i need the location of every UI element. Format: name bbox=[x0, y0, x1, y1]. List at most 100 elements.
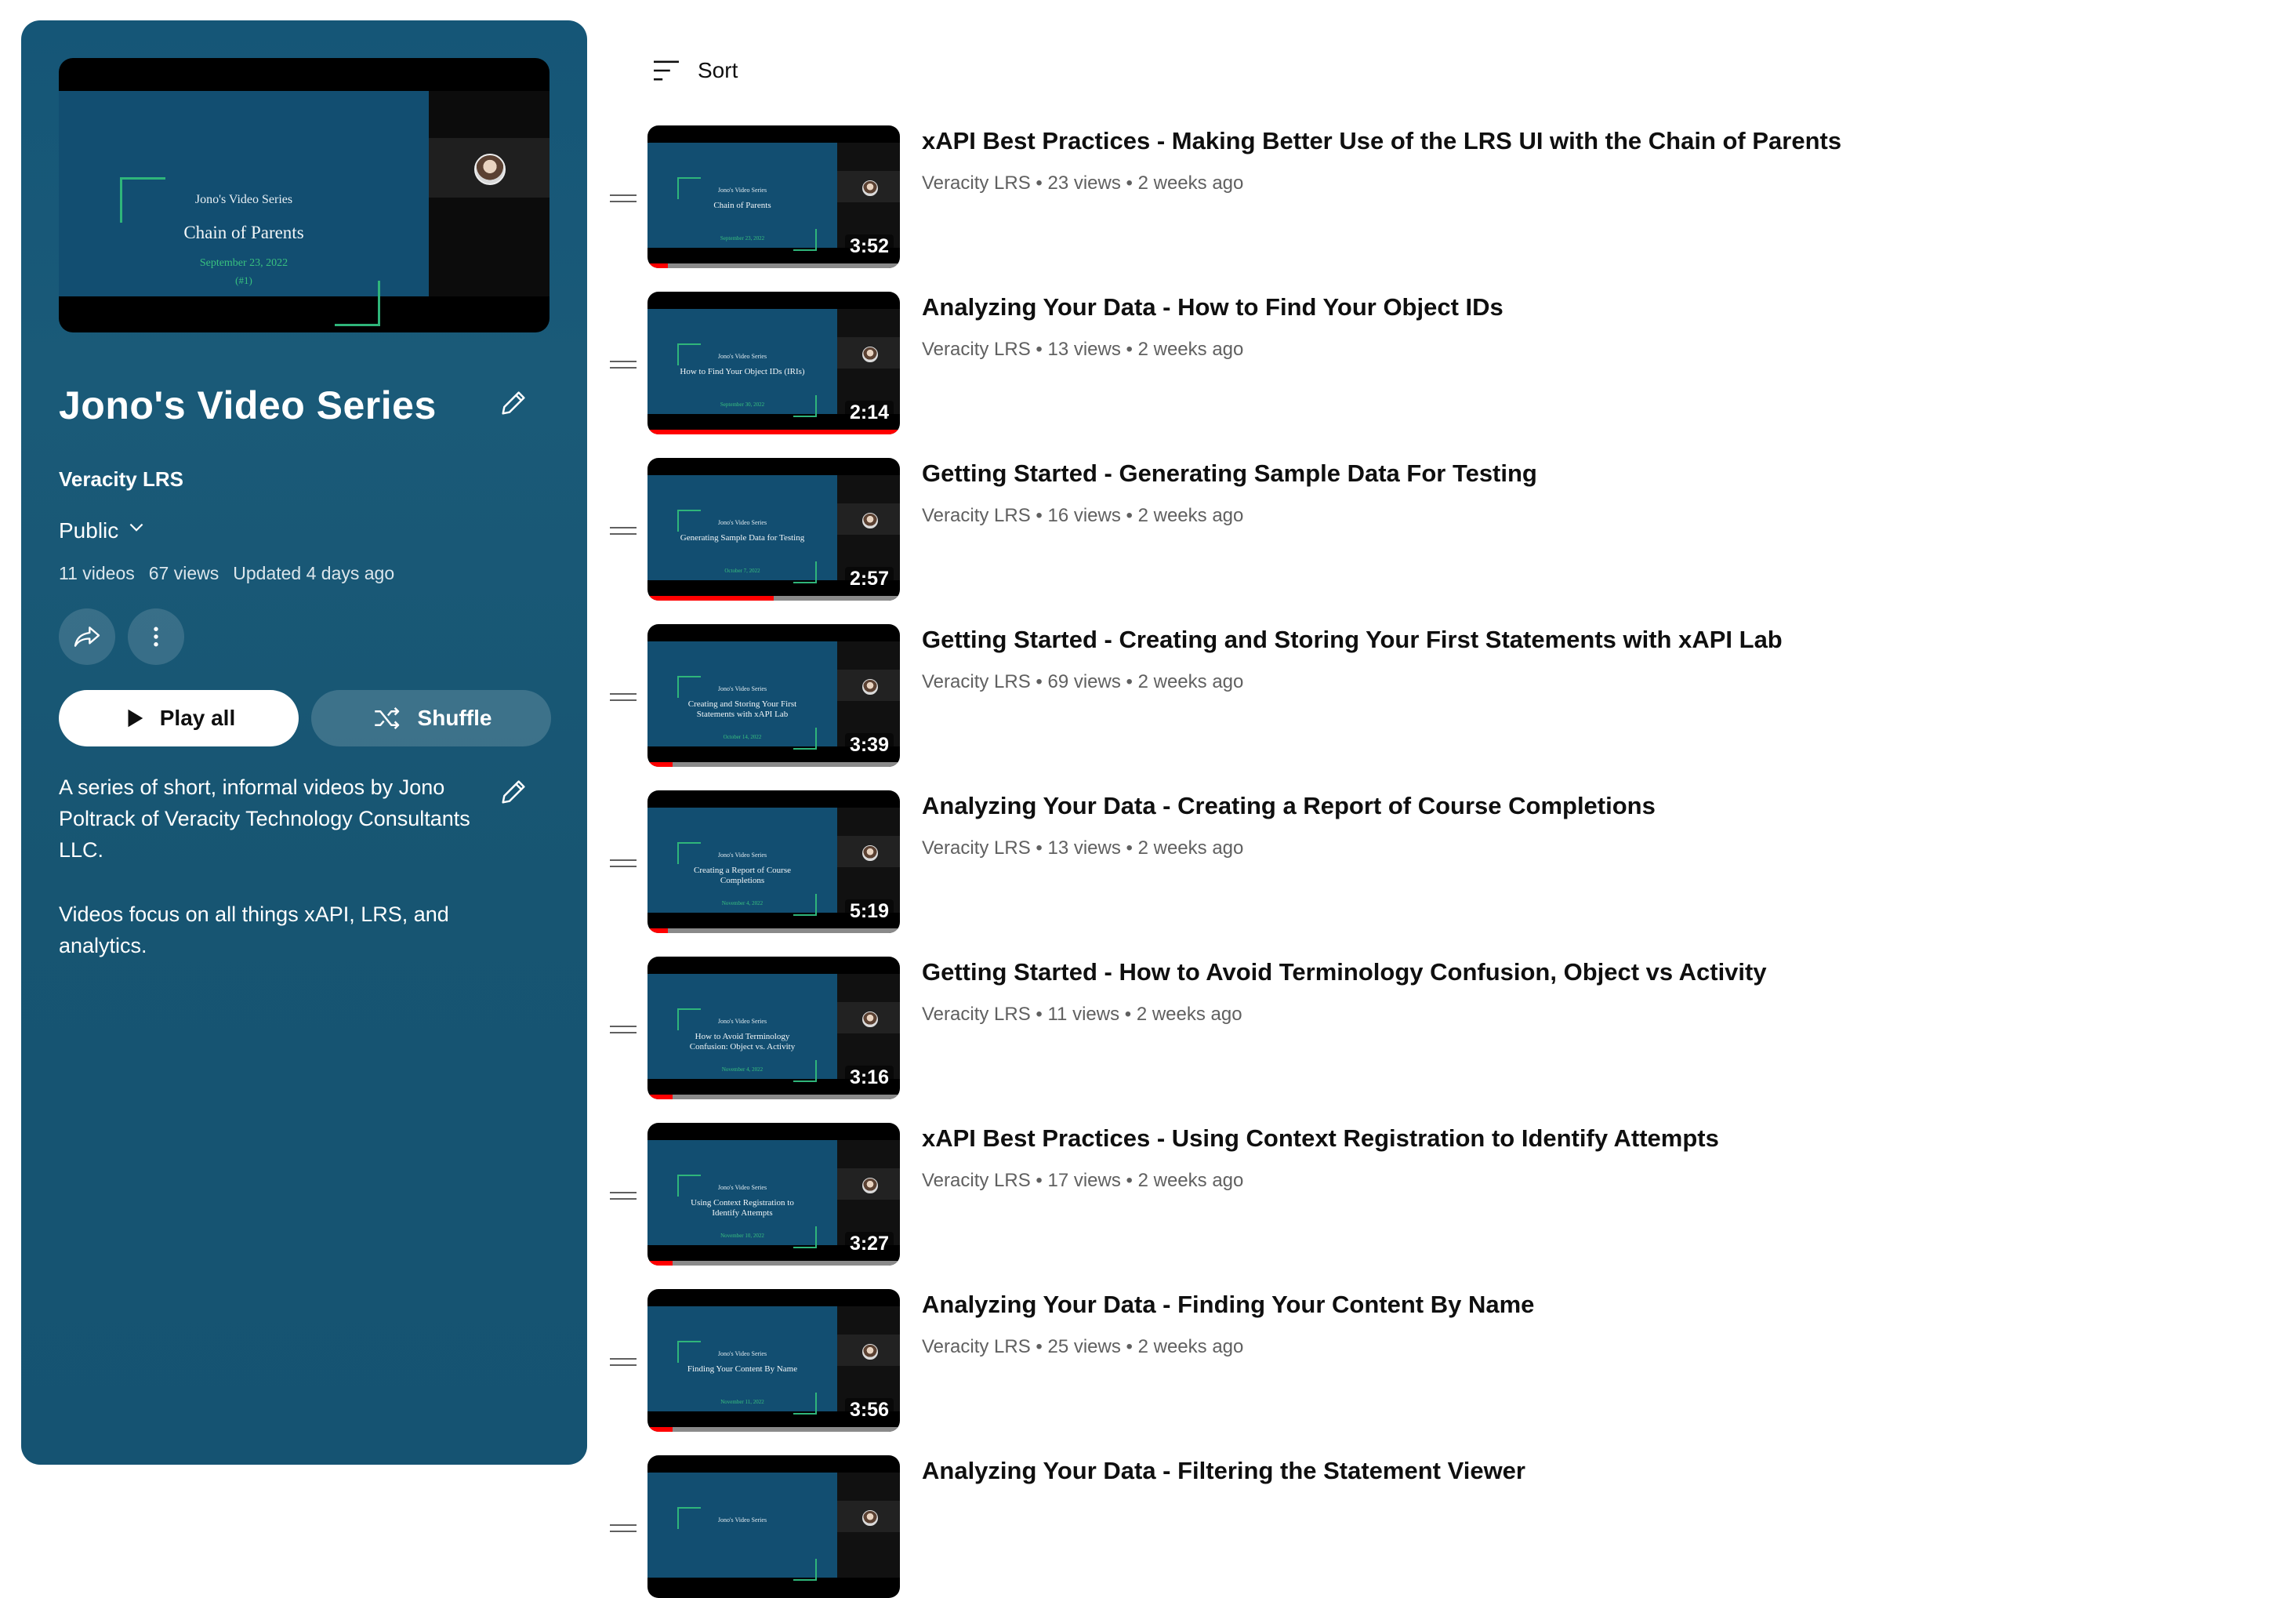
share-icon bbox=[74, 626, 100, 647]
video-title-link[interactable]: Getting Started - Generating Sample Data… bbox=[922, 459, 1537, 488]
meta-separator: • bbox=[1036, 1170, 1048, 1191]
drag-handle-icon[interactable] bbox=[604, 852, 643, 875]
video-views: 13 views bbox=[1047, 339, 1121, 360]
video-title-link[interactable]: Analyzing Your Data - Filtering the Stat… bbox=[922, 1457, 1525, 1485]
video-title-link[interactable]: xAPI Best Practices - Making Better Use … bbox=[922, 127, 1841, 155]
drag-handle-icon[interactable] bbox=[604, 1516, 643, 1540]
playlist-title: Jono's Video Series bbox=[59, 383, 437, 427]
video-duration: 2:14 bbox=[844, 401, 894, 425]
video-thumbnail[interactable]: Jono's Video Series How to Find Your Obj… bbox=[647, 292, 900, 434]
video-title-link[interactable]: Analyzing Your Data - How to Find Your O… bbox=[922, 293, 1503, 321]
meta-separator: • bbox=[1036, 505, 1048, 526]
video-title-link[interactable]: Getting Started - How to Avoid Terminolo… bbox=[922, 958, 1767, 986]
hero-webcam-column bbox=[429, 91, 550, 296]
video-views: 16 views bbox=[1047, 505, 1121, 526]
share-button[interactable] bbox=[59, 608, 115, 665]
video-channel-link[interactable]: Veracity LRS bbox=[922, 837, 1031, 859]
playlist-description-secondary: Videos focus on all things xAPI, LRS, an… bbox=[59, 903, 449, 957]
drag-handle-icon[interactable] bbox=[604, 1350, 643, 1374]
video-channel-link[interactable]: Veracity LRS bbox=[922, 1170, 1031, 1191]
meta-separator: • bbox=[1126, 505, 1138, 526]
video-duration: 3:52 bbox=[844, 234, 894, 259]
watch-progress-track bbox=[647, 1427, 900, 1432]
video-channel-link[interactable]: Veracity LRS bbox=[922, 1336, 1031, 1357]
thumb-topic-text: Creating a Report of Course Completions bbox=[693, 866, 792, 885]
watch-progress-track bbox=[647, 1261, 900, 1266]
meta-separator: • bbox=[1036, 173, 1048, 194]
drag-handle-icon[interactable] bbox=[604, 685, 643, 709]
video-row[interactable]: Jono's Video Series Creating and Storing… bbox=[604, 624, 2250, 767]
thumb-topic-text: Chain of Parents bbox=[713, 201, 771, 210]
thumb-date-text: November 4, 2022 bbox=[721, 1066, 764, 1073]
playlist-hero-thumbnail[interactable]: Jono's Video Series Chain of Parents Sep… bbox=[59, 58, 550, 332]
video-meta: Veracity LRS • 23 views • 2 weeks ago bbox=[922, 173, 1243, 194]
thumb-topic-text: How to Avoid Terminology Confusion: Obje… bbox=[689, 1032, 796, 1051]
play-all-button[interactable]: Play all bbox=[59, 690, 299, 746]
video-row[interactable]: Jono's Video Series How to Avoid Termino… bbox=[604, 957, 2250, 1099]
view-count: 67 views bbox=[148, 563, 219, 583]
edit-title-icon[interactable] bbox=[496, 386, 531, 420]
thumb-presenter-avatar bbox=[862, 1344, 878, 1360]
playlist-description: A series of short, informal videos by Jo… bbox=[59, 775, 470, 862]
video-thumbnail[interactable]: Jono's Video Series bbox=[647, 1455, 900, 1598]
privacy-dropdown[interactable]: Public bbox=[59, 518, 147, 543]
video-title-link[interactable]: Analyzing Your Data - Creating a Report … bbox=[922, 792, 1656, 820]
hero-date-text: September 23, 2022 bbox=[199, 257, 288, 269]
video-row[interactable]: Jono's Video Series Creating a Report of… bbox=[604, 790, 2250, 933]
video-row[interactable]: Jono's Video Series Finding Your Content… bbox=[604, 1289, 2250, 1432]
drag-handle-icon[interactable] bbox=[604, 1184, 643, 1208]
meta-separator: • bbox=[1126, 339, 1138, 360]
thumb-series-text: Jono's Video Series bbox=[717, 852, 767, 859]
thumb-presenter-avatar bbox=[862, 1510, 878, 1526]
thumbnail-slide: Jono's Video Series bbox=[647, 1473, 837, 1581]
thumb-series-text: Jono's Video Series bbox=[717, 1018, 767, 1025]
video-thumbnail[interactable]: Jono's Video Series Finding Your Content… bbox=[647, 1289, 900, 1432]
watch-progress-fill bbox=[647, 1427, 673, 1432]
video-age: 2 weeks ago bbox=[1137, 505, 1244, 526]
video-channel-link[interactable]: Veracity LRS bbox=[922, 173, 1031, 194]
video-thumbnail[interactable]: Jono's Video Series Creating and Storing… bbox=[647, 624, 900, 767]
sort-button[interactable]: Sort bbox=[651, 58, 738, 83]
video-channel-link[interactable]: Veracity LRS bbox=[922, 671, 1031, 692]
video-thumbnail[interactable]: Jono's Video Series Generating Sample Da… bbox=[647, 458, 900, 601]
video-channel-link[interactable]: Veracity LRS bbox=[922, 339, 1031, 360]
video-meta: Veracity LRS • 13 views • 2 weeks ago bbox=[922, 837, 1243, 859]
drag-handle-icon[interactable] bbox=[604, 353, 643, 376]
thumb-topic-text: Creating and Storing Your First Statemen… bbox=[687, 699, 797, 719]
play-all-label: Play all bbox=[159, 706, 236, 730]
edit-description-icon[interactable] bbox=[496, 775, 531, 809]
video-channel-link[interactable]: Veracity LRS bbox=[922, 1004, 1031, 1025]
thumb-date-text: October 14, 2022 bbox=[723, 734, 762, 740]
video-row[interactable]: Jono's Video Series How to Find Your Obj… bbox=[604, 292, 2250, 434]
video-thumbnail[interactable]: Jono's Video Series Using Context Regist… bbox=[647, 1123, 900, 1266]
video-thumbnail[interactable]: Jono's Video Series How to Avoid Termino… bbox=[647, 957, 900, 1099]
video-thumbnail[interactable]: Jono's Video Series Creating a Report of… bbox=[647, 790, 900, 933]
video-thumbnail[interactable]: Jono's Video Series Chain of Parents Sep… bbox=[647, 125, 900, 268]
more-actions-button[interactable] bbox=[128, 608, 184, 665]
video-title-link[interactable]: Analyzing Your Data - Finding Your Conte… bbox=[922, 1291, 1534, 1319]
video-row[interactable]: Jono's Video Series Analyzing Your Data … bbox=[604, 1455, 2250, 1598]
thumb-series-text: Jono's Video Series bbox=[717, 685, 767, 692]
video-channel-link[interactable]: Veracity LRS bbox=[922, 505, 1031, 526]
video-row[interactable]: Jono's Video Series Using Context Regist… bbox=[604, 1123, 2250, 1266]
thumb-date-text: November 10, 2022 bbox=[720, 1233, 764, 1239]
meta-separator: • bbox=[1126, 1170, 1138, 1191]
watch-progress-fill bbox=[647, 430, 900, 434]
playlist-channel-link[interactable]: Veracity LRS bbox=[59, 467, 183, 492]
video-title-link[interactable]: Getting Started - Creating and Storing Y… bbox=[922, 626, 1783, 654]
thumb-date-text: October 7, 2022 bbox=[724, 568, 760, 574]
drag-handle-icon[interactable] bbox=[604, 187, 643, 210]
shuffle-button[interactable]: Shuffle bbox=[311, 690, 551, 746]
thumb-date-text: November 4, 2022 bbox=[721, 900, 764, 906]
drag-handle-icon[interactable] bbox=[604, 1018, 643, 1041]
drag-handle-icon[interactable] bbox=[604, 519, 643, 543]
updated-text: Updated 4 days ago bbox=[233, 563, 395, 583]
thumb-presenter-avatar bbox=[862, 1178, 878, 1193]
video-row[interactable]: Jono's Video Series Generating Sample Da… bbox=[604, 458, 2250, 601]
watch-progress-track bbox=[647, 928, 900, 933]
video-row[interactable]: Jono's Video Series Chain of Parents Sep… bbox=[604, 125, 2250, 268]
video-title-link[interactable]: xAPI Best Practices - Using Context Regi… bbox=[922, 1124, 1719, 1153]
sort-label: Sort bbox=[698, 58, 738, 82]
video-meta: Veracity LRS • 17 views • 2 weeks ago bbox=[922, 1170, 1243, 1192]
video-duration: 5:19 bbox=[844, 899, 894, 924]
